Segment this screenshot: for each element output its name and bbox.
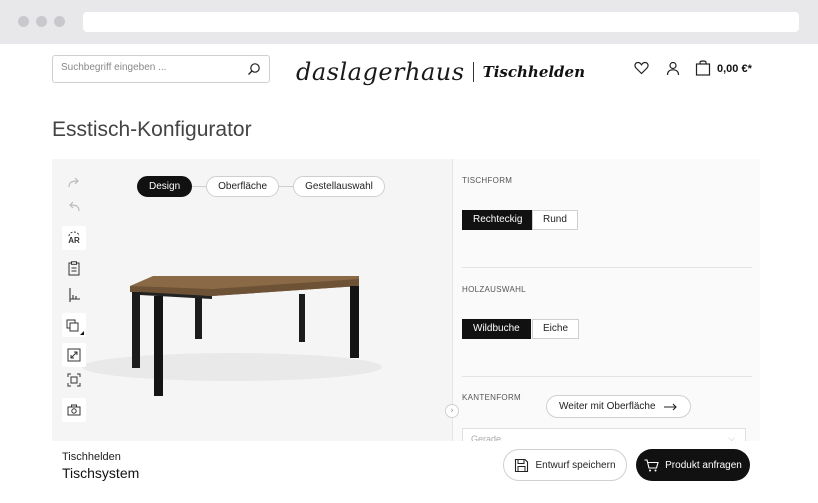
address-bar[interactable] [83,12,799,32]
search-icon[interactable] [247,62,261,76]
save-floppy-icon [514,458,529,473]
footer-product-name: Tischsystem [62,465,140,481]
redo-icon[interactable] [62,171,86,195]
save-draft-label: Entwurf speichern [535,459,616,471]
request-product-label: Produkt anfragen [665,459,742,471]
request-product-button[interactable]: Produkt anfragen [636,449,750,481]
ar-icon: AR [67,231,81,245]
option-rechteckig[interactable]: Rechteckig [462,210,534,230]
layers-icon [64,315,84,335]
section-divider [462,376,752,377]
section-label-kantenform: KANTENFORM [462,393,521,402]
section-label-holzauswahl: HOLZAUSWAHL [462,285,526,294]
section-divider [462,267,752,268]
next-step-button[interactable]: Weiter mit Oberfläche [546,395,691,418]
cart-bag-icon[interactable] [695,59,711,76]
logo-separator [472,62,474,82]
3d-viewer[interactable] [52,159,452,441]
option-rund[interactable]: Rund [532,210,578,230]
page-title: Esstisch-Konfigurator [52,118,252,141]
footer-brand: Tischhelden [62,451,121,463]
ar-label: AR [68,236,80,245]
section-label-tischform: TISCHFORM [462,176,513,185]
site-logo[interactable]: daslagerhaus Tischhelden [296,56,585,88]
save-draft-button[interactable]: Entwurf speichern [503,449,627,481]
search-input[interactable] [61,62,241,73]
account-user-icon[interactable] [666,61,680,76]
window-maximize-dot[interactable] [54,16,65,27]
option-wildbuche[interactable]: Wildbuche [462,319,531,339]
camera-icon[interactable] [62,398,86,422]
option-eiche[interactable]: Eiche [532,319,580,339]
tab-design[interactable]: Design [137,176,193,197]
cart-total[interactable]: 0,00 €* [717,63,752,75]
ar-button[interactable]: AR [62,226,86,250]
table-3d-render[interactable] [52,159,452,441]
browser-chrome [0,0,818,44]
arrow-right-icon [663,403,678,411]
fit-view-icon[interactable] [62,368,86,392]
next-step-label: Weiter mit Oberfläche [559,401,656,412]
tab-gestellauswahl[interactable]: Gestellauswahl [293,176,385,197]
window-minimize-dot[interactable] [36,16,47,27]
clipboard-icon[interactable] [62,256,86,280]
undo-icon[interactable] [62,195,86,219]
measure-icon[interactable] [62,283,86,307]
wishlist-heart-icon[interactable] [634,61,649,75]
logo-brand: Tischhelden [482,63,585,81]
fullscreen-icon[interactable] [62,343,86,367]
tab-connector [192,186,207,187]
window-close-dot[interactable] [18,16,29,27]
tab-connector [279,186,294,187]
step-tabs: Design Oberfläche Gestellauswahl [137,176,385,197]
search-box[interactable] [52,55,270,83]
panel-collapse-chevron-icon[interactable]: › [445,404,459,418]
shopping-cart-icon [644,458,659,472]
layers-button[interactable] [62,313,86,337]
logo-script: daslagerhaus [296,58,465,86]
tab-oberflaeche[interactable]: Oberfläche [206,176,280,197]
